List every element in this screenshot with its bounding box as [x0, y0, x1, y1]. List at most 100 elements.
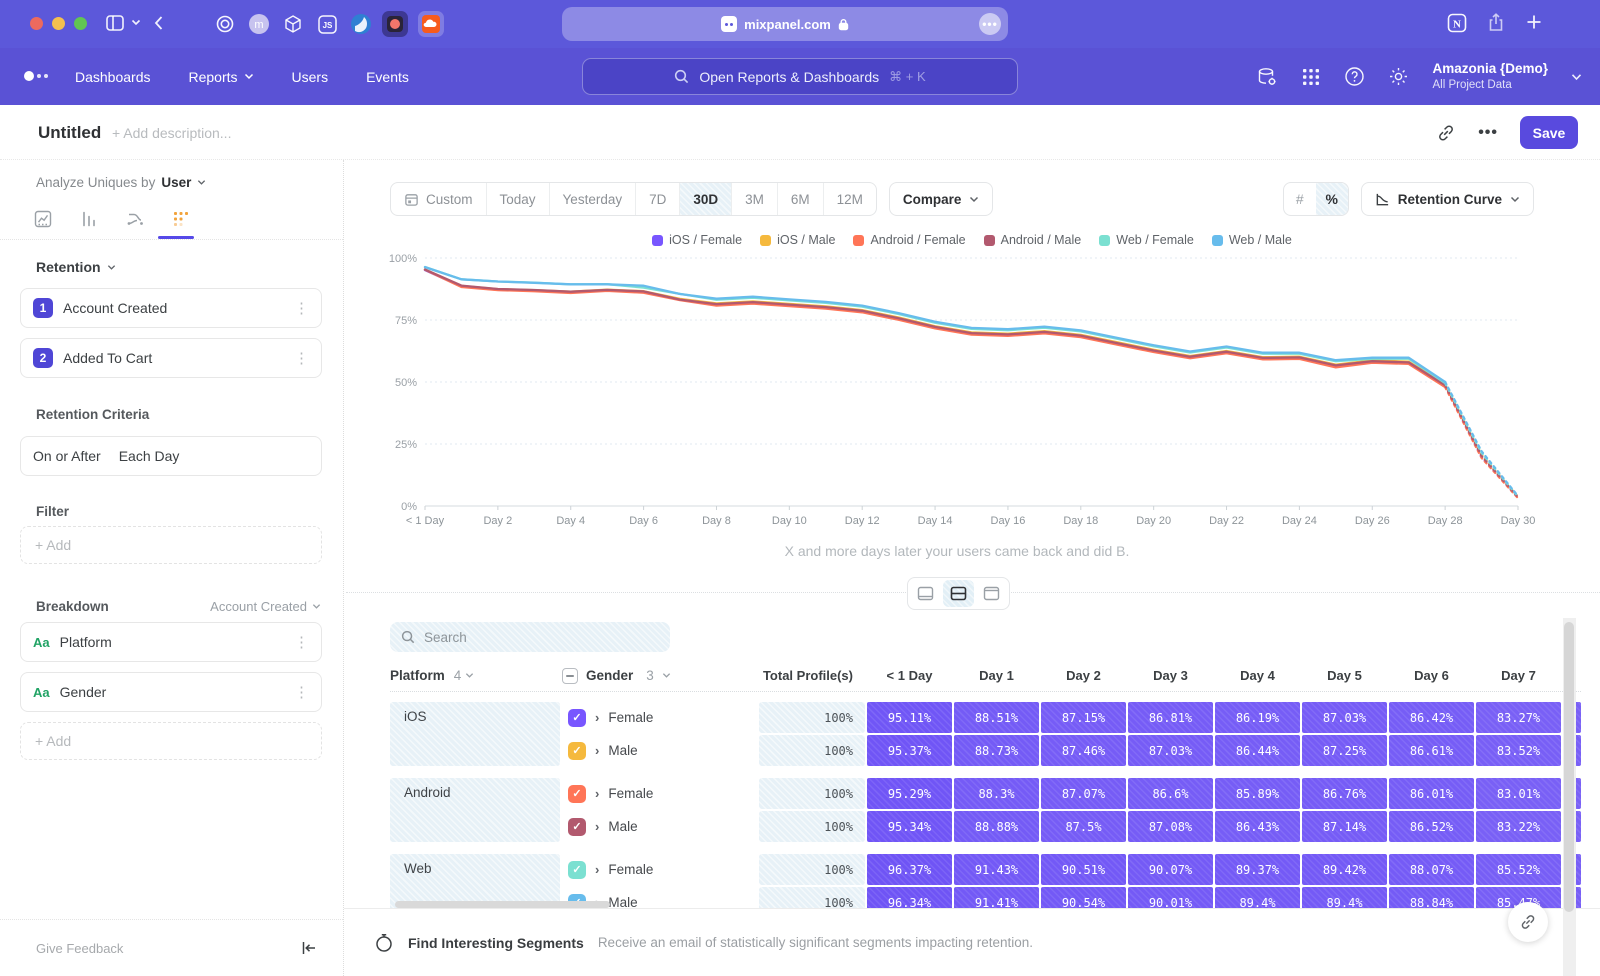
- extensions-icon[interactable]: •••: [979, 13, 1001, 35]
- nav-dashboards[interactable]: Dashboards: [75, 69, 151, 85]
- add-breakdown-button[interactable]: + Add: [20, 722, 322, 760]
- range-30d[interactable]: 30D: [679, 183, 731, 215]
- save-button[interactable]: Save: [1520, 116, 1578, 149]
- layout-chart-only-button[interactable]: [910, 580, 941, 607]
- pinned-tab-avatar-icon[interactable]: m: [246, 11, 272, 37]
- range-yesterday[interactable]: Yesterday: [549, 183, 636, 215]
- window-minimize-button[interactable]: [52, 17, 65, 30]
- day-column-header[interactable]: Day 7: [1476, 668, 1561, 683]
- global-search[interactable]: Open Reports & Dashboards ⌘ + K: [582, 58, 1018, 95]
- series-checkbox[interactable]: ✓: [568, 785, 586, 803]
- range-custom[interactable]: Custom: [391, 183, 486, 215]
- series-checkbox[interactable]: ✓: [568, 818, 586, 836]
- range-6m[interactable]: 6M: [777, 183, 823, 215]
- tab-retention[interactable]: [170, 208, 192, 230]
- pinned-tab-soundcloud-icon[interactable]: [418, 11, 444, 37]
- day-column-header[interactable]: Day 4: [1215, 668, 1300, 683]
- share-icon[interactable]: [1486, 12, 1506, 34]
- retention-step-b[interactable]: 2 Added To Cart ⋮: [20, 338, 322, 378]
- platform-column-header[interactable]: Platform4: [390, 668, 560, 683]
- tab-flows[interactable]: [124, 208, 146, 230]
- pinned-tab-cube-icon[interactable]: [280, 11, 306, 37]
- data-management-icon[interactable]: [1256, 66, 1278, 88]
- kebab-menu-icon[interactable]: ⋮: [294, 633, 309, 651]
- chevron-down-icon[interactable]: [197, 179, 206, 186]
- add-description[interactable]: + Add description...: [112, 125, 231, 141]
- platform-cell[interactable]: Android: [390, 778, 560, 842]
- breakdown-scope-select[interactable]: Account Created: [210, 599, 321, 614]
- analyze-entity-select[interactable]: User: [161, 175, 191, 190]
- tab-insights[interactable]: [32, 208, 54, 230]
- notion-app-icon[interactable]: N: [1446, 12, 1468, 34]
- pinned-tab-ring-icon[interactable]: [212, 11, 238, 37]
- tab-funnels[interactable]: [78, 208, 100, 230]
- new-tab-icon[interactable]: [1524, 12, 1544, 32]
- compare-button[interactable]: Compare: [889, 182, 994, 216]
- range-today[interactable]: Today: [486, 183, 549, 215]
- day-column-header[interactable]: Day 3: [1128, 668, 1213, 683]
- retention-section-label[interactable]: Retention: [36, 259, 116, 275]
- series-checkbox[interactable]: ✓: [568, 861, 586, 879]
- legend-item[interactable]: Android / Male: [984, 233, 1082, 247]
- legend-item[interactable]: Web / Male: [1212, 233, 1292, 247]
- help-icon[interactable]: [1344, 66, 1365, 87]
- unit-number-toggle[interactable]: #: [1284, 183, 1316, 215]
- give-feedback-link[interactable]: Give Feedback: [36, 941, 123, 956]
- address-bar[interactable]: mixpanel.com •••: [562, 7, 1008, 41]
- unit-percent-toggle[interactable]: %: [1316, 183, 1348, 215]
- share-link-fab[interactable]: [1508, 902, 1548, 942]
- chart-type-select[interactable]: Retention Curve: [1361, 182, 1534, 216]
- nav-reports[interactable]: Reports: [189, 69, 254, 85]
- layout-split-button[interactable]: [943, 580, 974, 607]
- series-checkbox[interactable]: ✓: [568, 742, 586, 760]
- mixpanel-logo[interactable]: [24, 71, 48, 81]
- kebab-menu-icon[interactable]: ⋮: [294, 349, 309, 367]
- layout-table-only-button[interactable]: [976, 580, 1007, 607]
- pinned-tab-js-icon[interactable]: JS: [314, 11, 340, 37]
- copy-link-icon[interactable]: [1436, 123, 1456, 143]
- segments-title[interactable]: Find Interesting Segments: [408, 935, 584, 951]
- add-filter-button[interactable]: + Add: [20, 526, 322, 564]
- day-column-header[interactable]: Day 1: [954, 668, 1039, 683]
- window-close-button[interactable]: [30, 17, 43, 30]
- breakdown-gender[interactable]: Aa Gender ⋮: [20, 672, 322, 712]
- pinned-tab-globe-icon[interactable]: [348, 11, 374, 37]
- table-search-input[interactable]: Search: [390, 622, 670, 652]
- select-all-checkbox[interactable]: [562, 668, 578, 684]
- expand-row-icon[interactable]: ›: [595, 819, 599, 834]
- breakdown-platform[interactable]: Aa Platform ⋮: [20, 622, 322, 662]
- series-checkbox[interactable]: ✓: [568, 709, 586, 727]
- kebab-menu-icon[interactable]: ⋮: [294, 683, 309, 701]
- window-zoom-button[interactable]: [74, 17, 87, 30]
- day-column-header[interactable]: < 1 Day: [867, 668, 952, 683]
- more-options-icon[interactable]: •••: [1478, 124, 1498, 142]
- platform-cell[interactable]: iOS: [390, 702, 560, 766]
- retention-criteria-select[interactable]: On or After Each Day: [20, 436, 322, 476]
- chevron-down-icon[interactable]: [131, 18, 141, 26]
- expand-row-icon[interactable]: ›: [595, 786, 599, 801]
- legend-item[interactable]: iOS / Female: [652, 233, 742, 247]
- report-title[interactable]: Untitled: [38, 123, 101, 143]
- legend-item[interactable]: Android / Female: [853, 233, 965, 247]
- expand-row-icon[interactable]: ›: [595, 862, 599, 877]
- day-column-header[interactable]: Day 5: [1302, 668, 1387, 683]
- chevron-down-icon[interactable]: [1571, 73, 1582, 81]
- kebab-menu-icon[interactable]: ⋮: [294, 299, 309, 317]
- nav-events[interactable]: Events: [366, 69, 409, 85]
- expand-row-icon[interactable]: ›: [595, 743, 599, 758]
- settings-gear-icon[interactable]: [1388, 66, 1409, 87]
- range-3m[interactable]: 3M: [731, 183, 777, 215]
- collapse-sidebar-icon[interactable]: [301, 941, 317, 955]
- range-7d[interactable]: 7D: [635, 183, 679, 215]
- expand-row-icon[interactable]: ›: [595, 710, 599, 725]
- platform-cell[interactable]: Web: [390, 854, 560, 908]
- total-column-header[interactable]: Total Profile(s): [759, 668, 865, 683]
- pinned-tab-camera-app-icon[interactable]: [382, 11, 408, 37]
- legend-item[interactable]: Web / Female: [1099, 233, 1194, 247]
- retention-step-a[interactable]: 1 Account Created ⋮: [20, 288, 322, 328]
- apps-grid-icon[interactable]: [1301, 67, 1321, 87]
- range-12m[interactable]: 12M: [823, 183, 876, 215]
- legend-item[interactable]: iOS / Male: [760, 233, 835, 247]
- account-switcher[interactable]: Amazonia {Demo} All Project Data: [1432, 61, 1548, 92]
- horizontal-scrollbar[interactable]: [395, 901, 610, 908]
